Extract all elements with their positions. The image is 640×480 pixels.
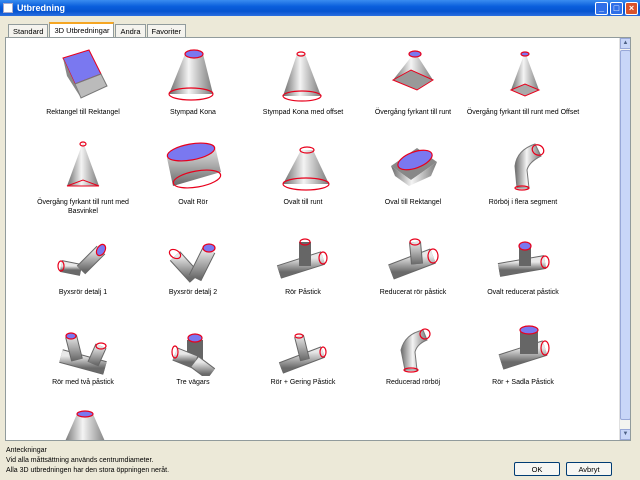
shape-item-label: Övergång fyrkant till runt med Offset [466, 109, 580, 116]
shape-item-2[interactable]: Stympad Kona [134, 46, 252, 117]
oval-pipe-icon [134, 136, 252, 196]
shape-item-19[interactable]: Reducerad rörböj [354, 316, 472, 387]
shape-item-label: Reducerad rörböj [385, 379, 441, 386]
transition-offset-icon [464, 46, 582, 106]
scroll-up-icon[interactable]: ▲ [620, 38, 630, 49]
shape-item-label: Oval till Rektangel [384, 199, 442, 206]
notes-line-1: Vid alla måttsättning används centrumdia… [6, 457, 154, 464]
tab-andra[interactable]: Andra [115, 24, 146, 37]
cone-offset-icon [244, 46, 362, 106]
shape-item-3[interactable]: Stympad Kona med offset [244, 46, 362, 117]
shape-item-8[interactable]: Ovalt till runt [244, 136, 362, 207]
shape-item-label: Ovalt till runt [283, 199, 323, 206]
title-bar: Utbredning _ □ × [0, 0, 640, 16]
shape-item-label: Rör med två påstick [52, 379, 114, 386]
transition-tall-icon [24, 136, 142, 196]
window-title: Utbredning [17, 3, 65, 13]
shape-item-label: Rör Påstick [285, 289, 321, 296]
oval-rect-icon [354, 136, 472, 196]
transition-icon [354, 46, 472, 106]
shape-item-label: Byxsrör detalj 2 [168, 289, 218, 296]
shape-item-9[interactable]: Oval till Rektangel [354, 136, 472, 207]
oval-round-icon [244, 136, 362, 196]
minimize-icon[interactable]: _ [595, 1, 608, 15]
rectbox-icon [24, 46, 142, 106]
pants1-icon [24, 226, 142, 286]
three-way-icon [134, 316, 252, 376]
double-tee-icon [24, 316, 142, 376]
shape-item-15[interactable]: Ovalt reducerat påstick [464, 226, 582, 297]
shape-item-label: Ovalt reducerat påstick [487, 289, 559, 296]
saddle-tee-icon [464, 316, 582, 376]
shape-item-label: Tre vägars [176, 379, 210, 386]
shape-item-10[interactable]: Rörböj i flera segment [464, 136, 582, 207]
shape-item-17[interactable]: Tre vägars [134, 316, 252, 387]
shape-item-label: Byxsrör detalj 1 [58, 289, 108, 296]
shape-item-6[interactable]: Övergång fyrkant till runt med Basvinkel [24, 136, 142, 216]
shape-item-18[interactable]: Rör + Gering Påstick [244, 316, 362, 387]
shape-item-11[interactable]: Byxsrör detalj 1 [24, 226, 142, 297]
window-icon [3, 3, 13, 13]
tab-standard[interactable]: Standard [8, 24, 49, 37]
tee-oval-icon [464, 226, 582, 286]
notes-heading: Anteckningar [6, 447, 47, 454]
tee-reduced-icon [354, 226, 472, 286]
tee-icon [244, 226, 362, 286]
shape-item-label: Övergång fyrkant till runt [374, 109, 452, 116]
notes-line-2: Alla 3D utbredningen har den stora öppni… [6, 467, 170, 474]
tab-favoriter[interactable]: Favoriter [146, 24, 187, 37]
shape-item-label: Rör + Gering Påstick [270, 379, 336, 386]
elbow-icon [464, 136, 582, 196]
cancel-button[interactable]: Avbryt [566, 462, 612, 476]
cone-icon [134, 46, 252, 106]
scroll-thumb[interactable] [620, 50, 630, 420]
shape-item-21[interactable] [24, 406, 142, 440]
shape-item-7[interactable]: Ovalt Rör [134, 136, 252, 207]
scroll-down-icon[interactable]: ▼ [620, 429, 630, 440]
shape-item-14[interactable]: Reducerat rör påstick [354, 226, 472, 297]
shape-item-label: Stympad Kona [170, 109, 216, 116]
shape-item-label: Stympad Kona med offset [262, 109, 344, 116]
shape-item-12[interactable]: Byxsrör detalj 2 [134, 226, 252, 297]
shape-item-label: Reducerat rör påstick [379, 289, 447, 296]
shape-item-1[interactable]: Rektangel till Rektangel [24, 46, 142, 117]
vertical-scrollbar[interactable]: ▲ ▼ [619, 38, 630, 440]
maximize-icon[interactable]: □ [610, 1, 623, 15]
shape-item-16[interactable]: Rör med två påstick [24, 316, 142, 387]
shape-item-5[interactable]: Övergång fyrkant till runt med Offset [464, 46, 582, 117]
reduced-elbow-icon [354, 316, 472, 376]
notes-area: Anteckningar Vid alla måttsättning använ… [6, 446, 169, 476]
shape-item-20[interactable]: Rör + Sadla Påstick [464, 316, 582, 387]
mitre-tee-icon [244, 316, 362, 376]
close-icon[interactable]: × [625, 1, 638, 15]
tab-bar: Standard 3D Utbredningar Andra Favoriter [8, 22, 187, 38]
shape-gallery: Rektangel till Rektangel Stympad Kona St… [5, 37, 631, 441]
shape-item-label: Rör + Sadla Påstick [492, 379, 554, 386]
shape-item-4[interactable]: Övergång fyrkant till runt [354, 46, 472, 117]
shape-item-13[interactable]: Rör Påstick [244, 226, 362, 297]
ok-button[interactable]: OK [514, 462, 560, 476]
shape-item-label: Rörböj i flera segment [488, 199, 558, 206]
shape-item-label: Rektangel till Rektangel [46, 109, 120, 116]
pants2-icon [134, 226, 252, 286]
cone-partial-icon [24, 406, 142, 440]
tab-3d-utbredningar[interactable]: 3D Utbredningar [49, 22, 115, 37]
shape-item-label: Övergång fyrkant till runt med Basvinkel [37, 199, 129, 215]
shape-item-label: Ovalt Rör [178, 199, 208, 206]
